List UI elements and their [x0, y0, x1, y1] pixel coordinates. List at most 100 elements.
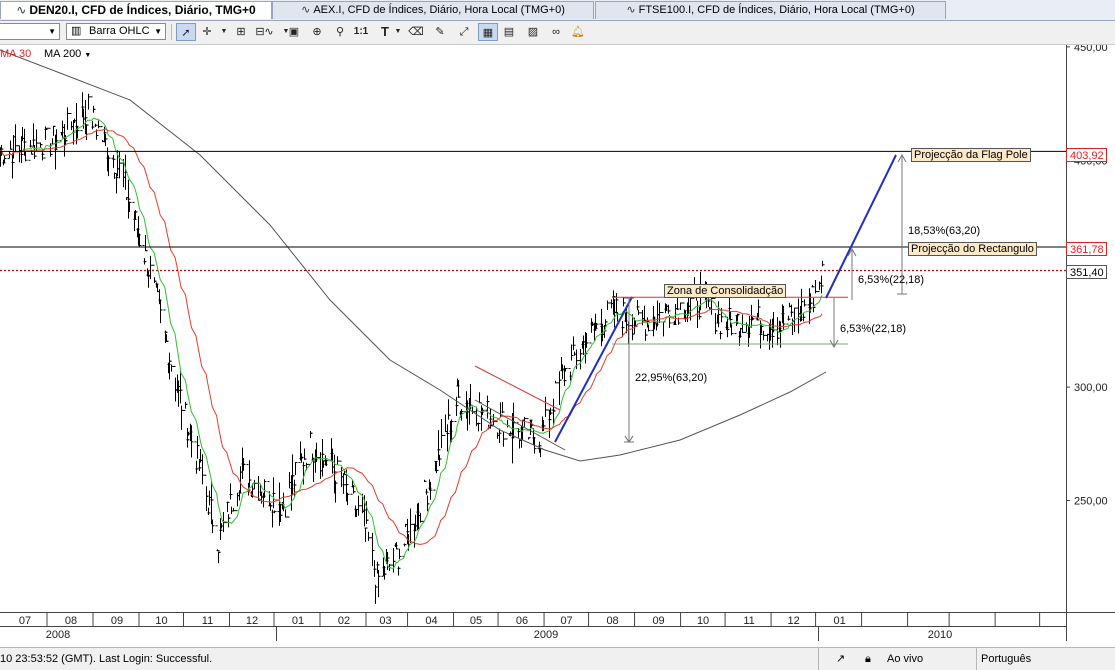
- month-label: 06: [516, 615, 528, 627]
- login-status: 10 23:53:52 (GMT). Last Login: Successfu…: [0, 653, 213, 665]
- export-button[interactable]: ▨: [525, 23, 541, 41]
- grid-icon: ⊞: [236, 26, 246, 38]
- bell-icon: 🔔︎: [571, 26, 585, 38]
- month-label: 09: [652, 615, 664, 627]
- link-icon: ∞: [552, 26, 560, 38]
- month-label: 07: [19, 615, 31, 627]
- cursor-icon: ➚: [181, 27, 191, 39]
- indicators-button[interactable]: ∿: [258, 23, 280, 41]
- pencil-icon: ✎: [435, 26, 445, 38]
- export-icon: ▨: [527, 26, 539, 38]
- magnet-button[interactable]: ▦: [478, 23, 498, 41]
- bar-chart-icon: ▥: [71, 25, 82, 37]
- pct-653-label: 6,53%(22,18): [858, 274, 925, 286]
- month-label: 11: [202, 615, 213, 627]
- consolidation-label[interactable]: Zona de Consolidadção: [664, 284, 787, 298]
- month-label: 11: [743, 615, 754, 627]
- crosshair-tool-button[interactable]: ✛: [200, 23, 214, 41]
- text-icon: T: [381, 24, 389, 39]
- flag-pole-price-tag: 403,92: [1066, 148, 1107, 162]
- grid-button[interactable]: ⊞: [233, 23, 249, 41]
- add-chart-button[interactable]: ⊕: [309, 23, 325, 41]
- link-button[interactable]: ∞: [547, 23, 565, 41]
- language-label[interactable]: Português: [981, 648, 1031, 670]
- info-icon: ▣: [288, 26, 300, 38]
- template-icon: ▤: [503, 26, 515, 38]
- magnet-icon: ▦: [482, 27, 494, 39]
- pencil-button[interactable]: ✎: [432, 23, 448, 41]
- month-label: 10: [697, 615, 709, 627]
- template-button[interactable]: ▤: [501, 23, 517, 41]
- wave-icon: ∿: [264, 26, 274, 38]
- current-price-tag: 351,40: [1066, 265, 1107, 279]
- month-label: 03: [379, 615, 391, 627]
- y-tick-label: 300,00: [1074, 382, 1108, 394]
- chevron-down-icon: ▼: [84, 52, 92, 59]
- month-label: 05: [470, 615, 482, 627]
- chevron-down-icon[interactable]: ▼: [218, 23, 230, 41]
- y-tick-label: 450,00: [1074, 45, 1108, 54]
- one-to-one-button[interactable]: 1:1: [352, 23, 370, 41]
- eraser-button[interactable]: ⌫: [408, 23, 424, 41]
- month-label: 01: [833, 615, 845, 627]
- lock-icon: 🔒︎: [865, 653, 871, 665]
- flag-pole-label[interactable]: Projecção da Flag Pole: [911, 148, 1031, 162]
- chart-line-icon: ∿: [301, 4, 311, 16]
- draw-line-button[interactable]: ⤢: [456, 23, 472, 41]
- separator: [171, 24, 172, 40]
- month-label: 07: [560, 615, 572, 627]
- pct-2295-label: 22,95%(63,20): [635, 372, 708, 384]
- pct-653-label: 6,53%(22,18): [840, 323, 907, 335]
- separator: [818, 648, 819, 670]
- tab-ftse100[interactable]: ∿ FTSE100.I, CFD de Índices, Diário, Hora…: [595, 1, 946, 19]
- zoom-button[interactable]: ⚲: [333, 23, 347, 41]
- month-label: 01: [292, 615, 304, 627]
- chart-type-label: Barra OHLC: [89, 25, 150, 37]
- month-label: 10: [155, 615, 167, 627]
- ma200-legend[interactable]: MA 200 ▼: [44, 48, 91, 60]
- connection-icon[interactable]: ↗︎: [836, 648, 845, 670]
- tab-label: DEN20.I, CFD de Índices, Diário, TMG+0: [29, 3, 256, 17]
- chevron-down-icon: ▼: [154, 27, 162, 36]
- year-label: 2009: [534, 629, 558, 641]
- tab-den20[interactable]: ∿ DEN20.I, CFD de Índices, Diário, TMG+0: [0, 1, 272, 19]
- price-chart[interactable]: 450,00400,00350,00300,00250,00 070809101…: [0, 42, 1115, 641]
- magnifier-icon: ⚲: [335, 26, 345, 38]
- eraser-icon: ⌫: [408, 26, 424, 38]
- chart-type-select[interactable]: ▥ Barra OHLC ▼: [66, 23, 166, 40]
- month-label: 12: [787, 615, 799, 627]
- info-button[interactable]: ▣: [287, 23, 301, 41]
- month-label: 04: [425, 615, 437, 627]
- year-label: 2010: [928, 629, 952, 641]
- year-label: 2008: [46, 629, 70, 641]
- pct-1853-label: 18,53%(63,20): [908, 225, 981, 237]
- tab-bar: ∿ DEN20.I, CFD de Índices, Diário, TMG+0 …: [0, 0, 1115, 21]
- month-label: 08: [65, 615, 77, 627]
- rectangle-label[interactable]: Projecção do Rectangulo: [908, 242, 1037, 256]
- plot-area: [0, 45, 1066, 612]
- month-label: 02: [338, 615, 350, 627]
- chevron-down-icon: ▼: [48, 27, 56, 36]
- trend-line-icon: ⤢: [459, 26, 469, 38]
- alert-button[interactable]: 🔔︎: [570, 23, 586, 41]
- ma30-legend[interactable]: MA 30: [0, 48, 31, 60]
- tab-label: AEX.I, CFD de Índices, Diário, Hora Loca…: [313, 4, 565, 16]
- pointer-tool-button[interactable]: ➚: [176, 23, 196, 41]
- period-select[interactable]: ▼: [0, 23, 60, 40]
- chart-canvas[interactable]: 450,00400,00350,00300,00250,00 070809101…: [0, 42, 1115, 641]
- crosshair-icon: ✛: [202, 26, 212, 38]
- month-label: 09: [111, 615, 123, 627]
- month-label: 12: [246, 615, 258, 627]
- mode-label: Ao vivo: [887, 653, 924, 665]
- status-bar: 10 23:53:52 (GMT). Last Login: Successfu…: [0, 647, 1115, 670]
- chevron-down-icon[interactable]: ▼: [393, 23, 403, 41]
- text-tool-button[interactable]: T: [378, 23, 392, 41]
- chart-line-icon: ∿: [16, 3, 27, 17]
- tab-label: FTSE100.I, CFD de Índices, Diário, Hora …: [638, 4, 915, 16]
- month-label: 08: [606, 615, 618, 627]
- chart-toolbar: ▼ ▥ Barra OHLC ▼ ➚ ✛ ▼ ⊞ ⊟ ∿ ▼ ▣ ⊕ ⚲ 1:1…: [0, 21, 1115, 45]
- add-chart-icon: ⊕: [312, 26, 322, 38]
- separator: [976, 648, 977, 670]
- chart-line-icon: ∿: [626, 4, 636, 16]
- tab-aex[interactable]: ∿ AEX.I, CFD de Índices, Diário, Hora Loc…: [272, 1, 594, 19]
